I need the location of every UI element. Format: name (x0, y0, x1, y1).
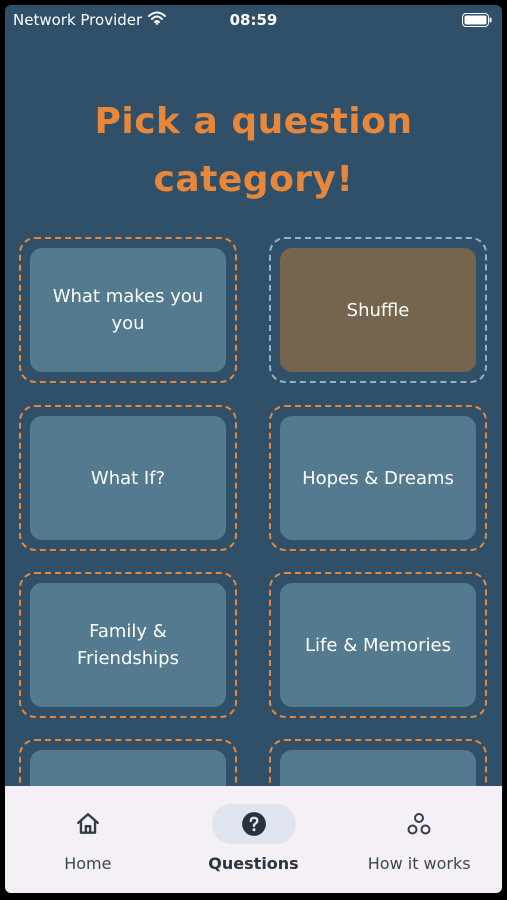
nav-icon-container (46, 804, 130, 844)
nav-icon-container (211, 804, 296, 844)
category-frame: Hopes & Dreams (269, 405, 487, 551)
nav-icon-container (377, 804, 461, 844)
status-time: 08:59 (229, 11, 278, 29)
category-frame-selected: Shuffle (269, 237, 487, 383)
category-what-makes-you-you-button[interactable]: What makes you you (30, 248, 226, 372)
category-frame: What makes you you (19, 237, 237, 383)
home-icon (76, 813, 99, 834)
category-what-if-button[interactable]: What If? (30, 416, 226, 540)
nav-questions-label: Questions (208, 854, 299, 873)
bottom-navigation: Home Questions How it works (5, 786, 502, 893)
category-life-memories-button[interactable]: Life & Memories (280, 583, 476, 707)
category-hopes-dreams-button[interactable]: Hopes & Dreams (280, 416, 476, 540)
category-frame: What If? (19, 405, 237, 551)
nav-home-label: Home (64, 854, 112, 873)
nav-how-it-works[interactable]: How it works (336, 786, 502, 893)
nav-home[interactable]: Home (5, 786, 171, 893)
category-family-friendships-button[interactable]: Family & Friendships (30, 583, 226, 707)
app-screen: Network Provider 08:59 Pick a question c… (5, 5, 502, 893)
battery-icon (462, 13, 492, 31)
nav-how-it-works-label: How it works (367, 854, 471, 873)
shuffle-button[interactable]: Shuffle (280, 248, 476, 372)
nav-questions[interactable]: Questions (171, 786, 337, 893)
page-title: Pick a question category! (94, 101, 413, 200)
question-circle-icon (241, 812, 266, 836)
category-frame: Family & Friendships (19, 572, 237, 718)
status-bar: Network Provider 08:59 (5, 5, 502, 35)
circles-icon (407, 813, 431, 835)
category-frame: Life & Memories (269, 572, 487, 718)
